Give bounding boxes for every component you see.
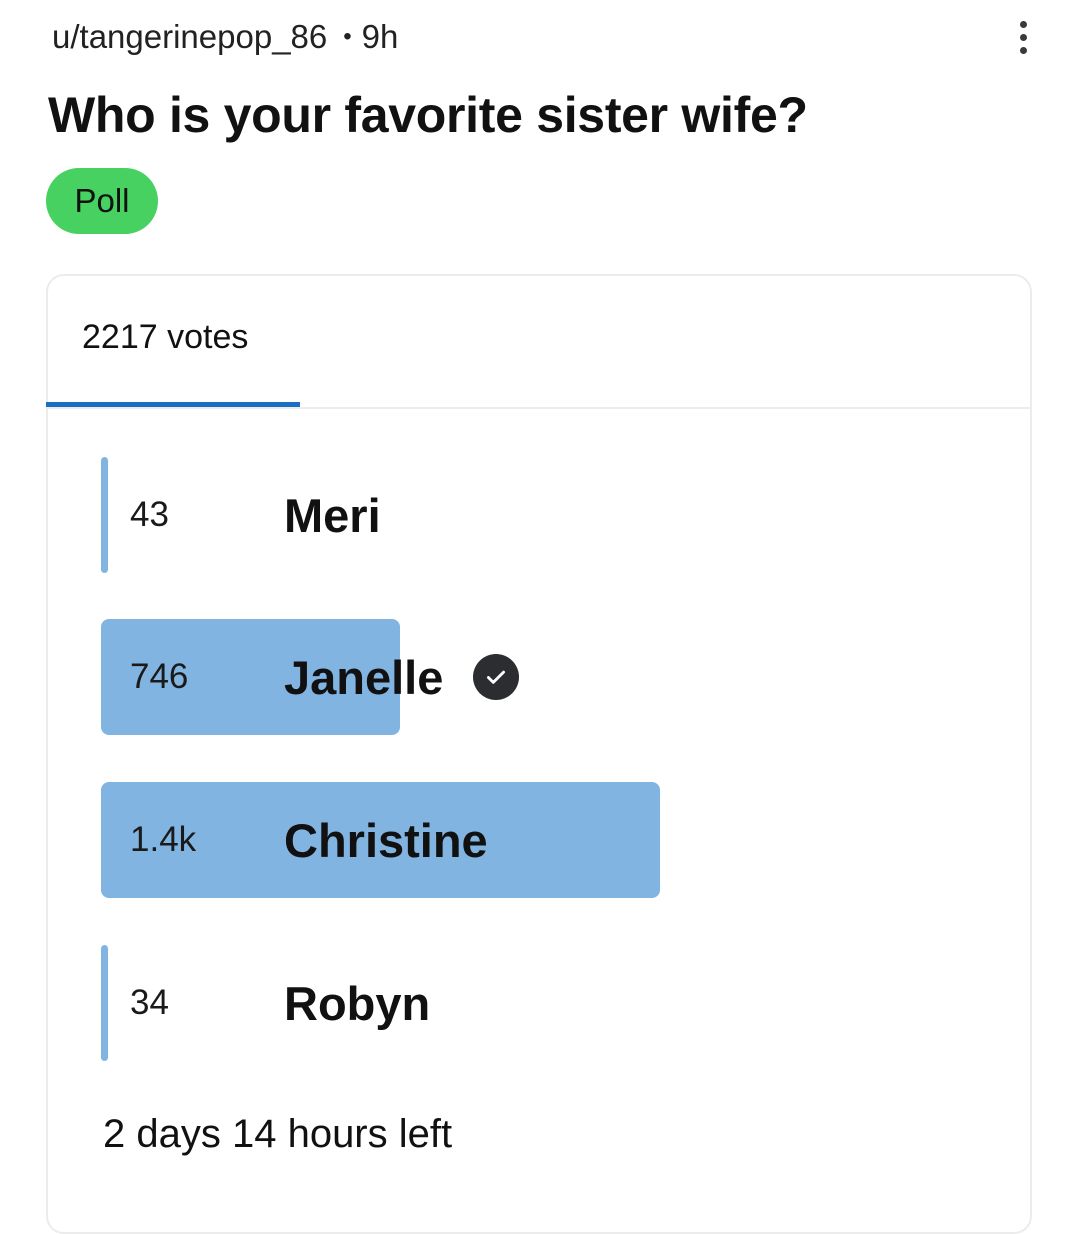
tab-divider [46, 407, 1032, 409]
poll-option-robyn[interactable]: 34 Robyn [101, 945, 1001, 1061]
option-label-text: Christine [284, 813, 488, 867]
post-title: Who is your favorite sister wife? [48, 87, 808, 143]
option-label-text: Janelle [284, 650, 444, 704]
option-label-text: Robyn [284, 976, 431, 1030]
more-dot [1019, 33, 1027, 41]
poll-time-left: 2 days 14 hours left [103, 1112, 453, 1156]
poll-flair[interactable]: Poll [46, 168, 158, 234]
option-label: Christine [284, 782, 488, 898]
more-options-icon[interactable] [1006, 14, 1040, 60]
vote-count: 746 [130, 657, 189, 696]
tab-votes[interactable]: 2217 votes [82, 318, 248, 357]
vote-count: 1.4k [130, 820, 197, 859]
result-bar [101, 945, 108, 1061]
poll-option-meri[interactable]: 43 Meri [101, 457, 1001, 573]
post-meta: u/tangerinepop_86 • 9h [52, 14, 398, 60]
vote-count: 43 [130, 495, 169, 534]
option-label: Robyn [284, 945, 430, 1061]
option-label: Janelle [284, 619, 520, 735]
more-dot [1019, 46, 1027, 54]
option-label: Meri [284, 457, 381, 573]
checkmark-glyph [487, 670, 506, 684]
option-label-text: Meri [284, 488, 381, 542]
result-bar [101, 457, 108, 573]
poll-option-christine[interactable]: 1.4k Christine [101, 782, 1001, 898]
poll-option-janelle[interactable]: 746 Janelle [101, 619, 1001, 735]
check-circle-icon [473, 654, 520, 700]
more-dot [1019, 20, 1027, 28]
meta-separator: • [343, 23, 352, 50]
vote-count: 34 [130, 983, 169, 1022]
poll-card [46, 274, 1032, 1234]
author-link[interactable]: u/tangerinepop_86 [52, 18, 327, 56]
post-age: 9h [361, 18, 399, 55]
